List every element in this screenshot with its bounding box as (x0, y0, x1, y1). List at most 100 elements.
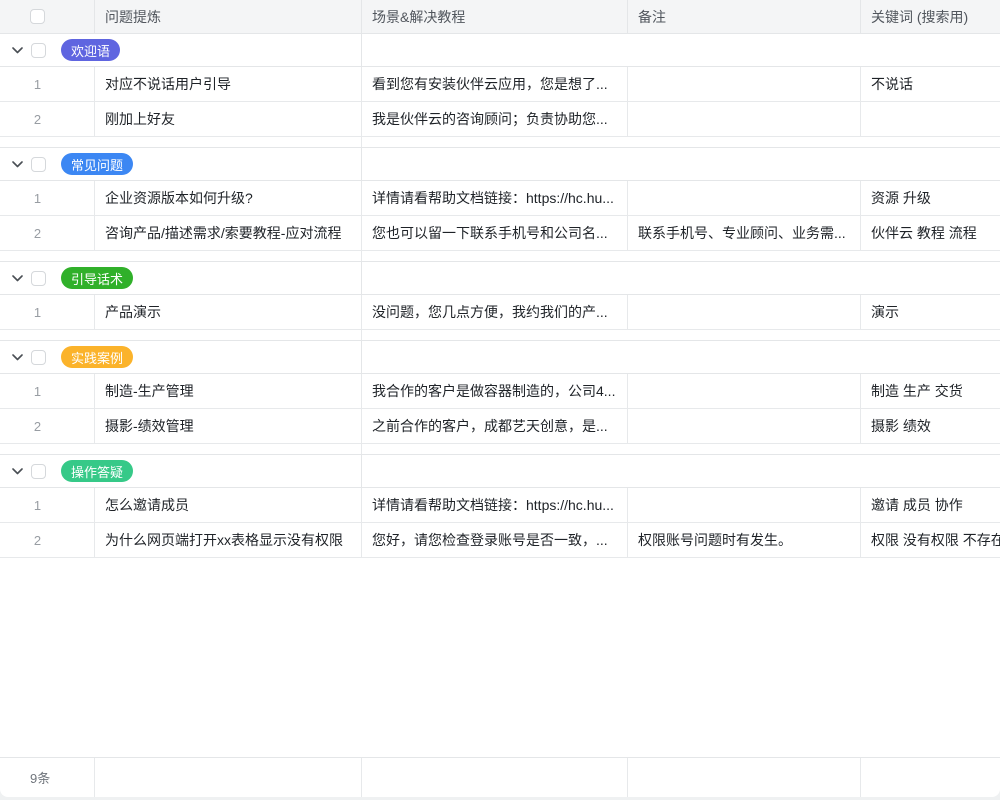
column-header-keywords[interactable]: 关键词 (搜索用) (861, 0, 1000, 33)
table-row[interactable]: 1 对应不说话用户引导 看到您有安装伙伴云应用，您是想了... 不说话 (0, 67, 1000, 102)
cell-note[interactable] (628, 181, 861, 215)
column-header-scenario[interactable]: 场景&解决教程 (362, 0, 628, 33)
table-row[interactable]: 1 怎么邀请成员 详情请看帮助文档链接：https://hc.hu... 邀请 … (0, 488, 1000, 523)
row-group: 引导话术 1 产品演示 没问题，您几点方便，我约我们的产... 演示 (0, 262, 1000, 330)
row-number: 2 (0, 523, 75, 557)
footer-cell (95, 758, 362, 797)
cell-keywords[interactable]: 摄影 绩效 (861, 409, 1000, 443)
row-number: 1 (0, 67, 75, 101)
cell-scenario[interactable]: 我合作的客户是做容器制造的，公司4... (362, 374, 628, 408)
table-row[interactable]: 2 摄影-绩效管理 之前合作的客户，成都艺天创意，是... 摄影 绩效 (0, 409, 1000, 444)
cell-scenario[interactable]: 您好，请您检查登录账号是否一致，... (362, 523, 628, 557)
group-badge[interactable]: 实践案例 (61, 346, 133, 368)
chevron-down-icon[interactable] (10, 464, 24, 478)
cell-keywords[interactable] (861, 102, 1000, 136)
cell-question[interactable]: 摄影-绩效管理 (95, 409, 362, 443)
cell-question[interactable]: 产品演示 (95, 295, 362, 329)
cell-note[interactable] (628, 67, 861, 101)
select-all-checkbox[interactable] (30, 9, 45, 24)
table-row[interactable]: 1 制造-生产管理 我合作的客户是做容器制造的，公司4... 制造 生产 交货 (0, 374, 1000, 409)
row-number: 2 (0, 409, 75, 443)
cell-note[interactable] (628, 102, 861, 136)
row-number: 2 (0, 102, 75, 136)
chevron-down-icon[interactable] (10, 350, 24, 364)
group-header-left: 常见问题 (0, 148, 362, 180)
row-number-cell[interactable]: 1 (0, 295, 95, 329)
group-checkbox[interactable] (31, 350, 46, 365)
cell-question[interactable]: 为什么网页端打开xx表格显示没有权限 (95, 523, 362, 557)
table-row[interactable]: 1 产品演示 没问题，您几点方便，我约我们的产... 演示 (0, 295, 1000, 330)
group-header-left: 引导话术 (0, 262, 362, 294)
row-group: 实践案例 1 制造-生产管理 我合作的客户是做容器制造的，公司4... 制造 生… (0, 341, 1000, 444)
group-gap (0, 251, 1000, 262)
table-row[interactable]: 2 为什么网页端打开xx表格显示没有权限 您好，请您检查登录账号是否一致，...… (0, 523, 1000, 558)
group-checkbox[interactable] (31, 464, 46, 479)
table-row[interactable]: 2 咨询产品/描述需求/索要教程-应对流程 您也可以留一下联系手机号和公司名..… (0, 216, 1000, 251)
cell-keywords[interactable]: 制造 生产 交货 (861, 374, 1000, 408)
cell-question[interactable]: 企业资源版本如何升级? (95, 181, 362, 215)
row-number: 1 (0, 488, 75, 522)
cell-question[interactable]: 对应不说话用户引导 (95, 67, 362, 101)
cell-question[interactable]: 刚加上好友 (95, 102, 362, 136)
row-number-cell[interactable]: 1 (0, 181, 95, 215)
group-rows: 1 产品演示 没问题，您几点方便，我约我们的产... 演示 (0, 295, 1000, 330)
grid-view-canvas: 问题提炼 场景&解决教程 备注 关键词 (搜索用) 欢迎语 1 对应不说话用户引… (0, 0, 1000, 800)
row-number-cell[interactable]: 2 (0, 523, 95, 557)
row-group: 常见问题 1 企业资源版本如何升级? 详情请看帮助文档链接：https://hc… (0, 148, 1000, 251)
cell-note[interactable]: 权限账号问题时有发生。 (628, 523, 861, 557)
group-header-row: 欢迎语 (0, 34, 1000, 67)
row-number-cell[interactable]: 1 (0, 488, 95, 522)
cell-scenario[interactable]: 没问题，您几点方便，我约我们的产... (362, 295, 628, 329)
cell-question[interactable]: 制造-生产管理 (95, 374, 362, 408)
cell-scenario[interactable]: 看到您有安装伙伴云应用，您是想了... (362, 67, 628, 101)
group-header-row: 实践案例 (0, 341, 1000, 374)
cell-question[interactable]: 怎么邀请成员 (95, 488, 362, 522)
column-header-note[interactable]: 备注 (628, 0, 861, 33)
group-checkbox[interactable] (31, 157, 46, 172)
group-header-spacer (362, 34, 1000, 66)
group-header-left: 欢迎语 (0, 34, 362, 66)
footer-cell (861, 758, 1000, 797)
table-row[interactable]: 1 企业资源版本如何升级? 详情请看帮助文档链接：https://hc.hu..… (0, 181, 1000, 216)
cell-keywords[interactable]: 演示 (861, 295, 1000, 329)
group-checkbox[interactable] (31, 43, 46, 58)
cell-keywords[interactable]: 伙伴云 教程 流程 (861, 216, 1000, 250)
cell-scenario[interactable]: 我是伙伴云的咨询顾问；负责协助您... (362, 102, 628, 136)
row-number-cell[interactable]: 2 (0, 409, 95, 443)
row-number-cell[interactable]: 1 (0, 67, 95, 101)
cell-note[interactable] (628, 374, 861, 408)
chevron-down-icon[interactable] (10, 271, 24, 285)
cell-note[interactable]: 联系手机号、专业顾问、业务需... (628, 216, 861, 250)
footer-cell (362, 758, 628, 797)
cell-keywords[interactable]: 邀请 成员 协作 (861, 488, 1000, 522)
chevron-down-icon[interactable] (10, 157, 24, 171)
cell-note[interactable] (628, 295, 861, 329)
group-badge[interactable]: 引导话术 (61, 267, 133, 289)
cell-note[interactable] (628, 409, 861, 443)
group-checkbox[interactable] (31, 271, 46, 286)
cell-scenario[interactable]: 详情请看帮助文档链接：https://hc.hu... (362, 488, 628, 522)
chevron-down-icon[interactable] (10, 43, 24, 57)
cell-keywords[interactable]: 资源 升级 (861, 181, 1000, 215)
cell-scenario[interactable]: 详情请看帮助文档链接：https://hc.hu... (362, 181, 628, 215)
cell-question[interactable]: 咨询产品/描述需求/索要教程-应对流程 (95, 216, 362, 250)
row-number: 1 (0, 181, 75, 215)
cell-keywords[interactable]: 不说话 (861, 67, 1000, 101)
cell-scenario[interactable]: 之前合作的客户，成都艺天创意，是... (362, 409, 628, 443)
row-number-cell[interactable]: 1 (0, 374, 95, 408)
cell-keywords[interactable]: 权限 没有权限 不存在 (861, 523, 1000, 557)
group-badge[interactable]: 常见问题 (61, 153, 133, 175)
column-header-question[interactable]: 问题提炼 (95, 0, 362, 33)
cell-note[interactable] (628, 488, 861, 522)
group-gap (0, 137, 1000, 148)
group-rows: 1 怎么邀请成员 详情请看帮助文档链接：https://hc.hu... 邀请 … (0, 488, 1000, 558)
group-badge[interactable]: 操作答疑 (61, 460, 133, 482)
group-badge[interactable]: 欢迎语 (61, 39, 120, 61)
group-rows: 1 企业资源版本如何升级? 详情请看帮助文档链接：https://hc.hu..… (0, 181, 1000, 251)
table-row[interactable]: 2 刚加上好友 我是伙伴云的咨询顾问；负责协助您... (0, 102, 1000, 137)
group-header-spacer (362, 455, 1000, 487)
row-number-cell[interactable]: 2 (0, 102, 95, 136)
cell-scenario[interactable]: 您也可以留一下联系手机号和公司名... (362, 216, 628, 250)
row-number-cell[interactable]: 2 (0, 216, 95, 250)
group-header-spacer (362, 341, 1000, 373)
